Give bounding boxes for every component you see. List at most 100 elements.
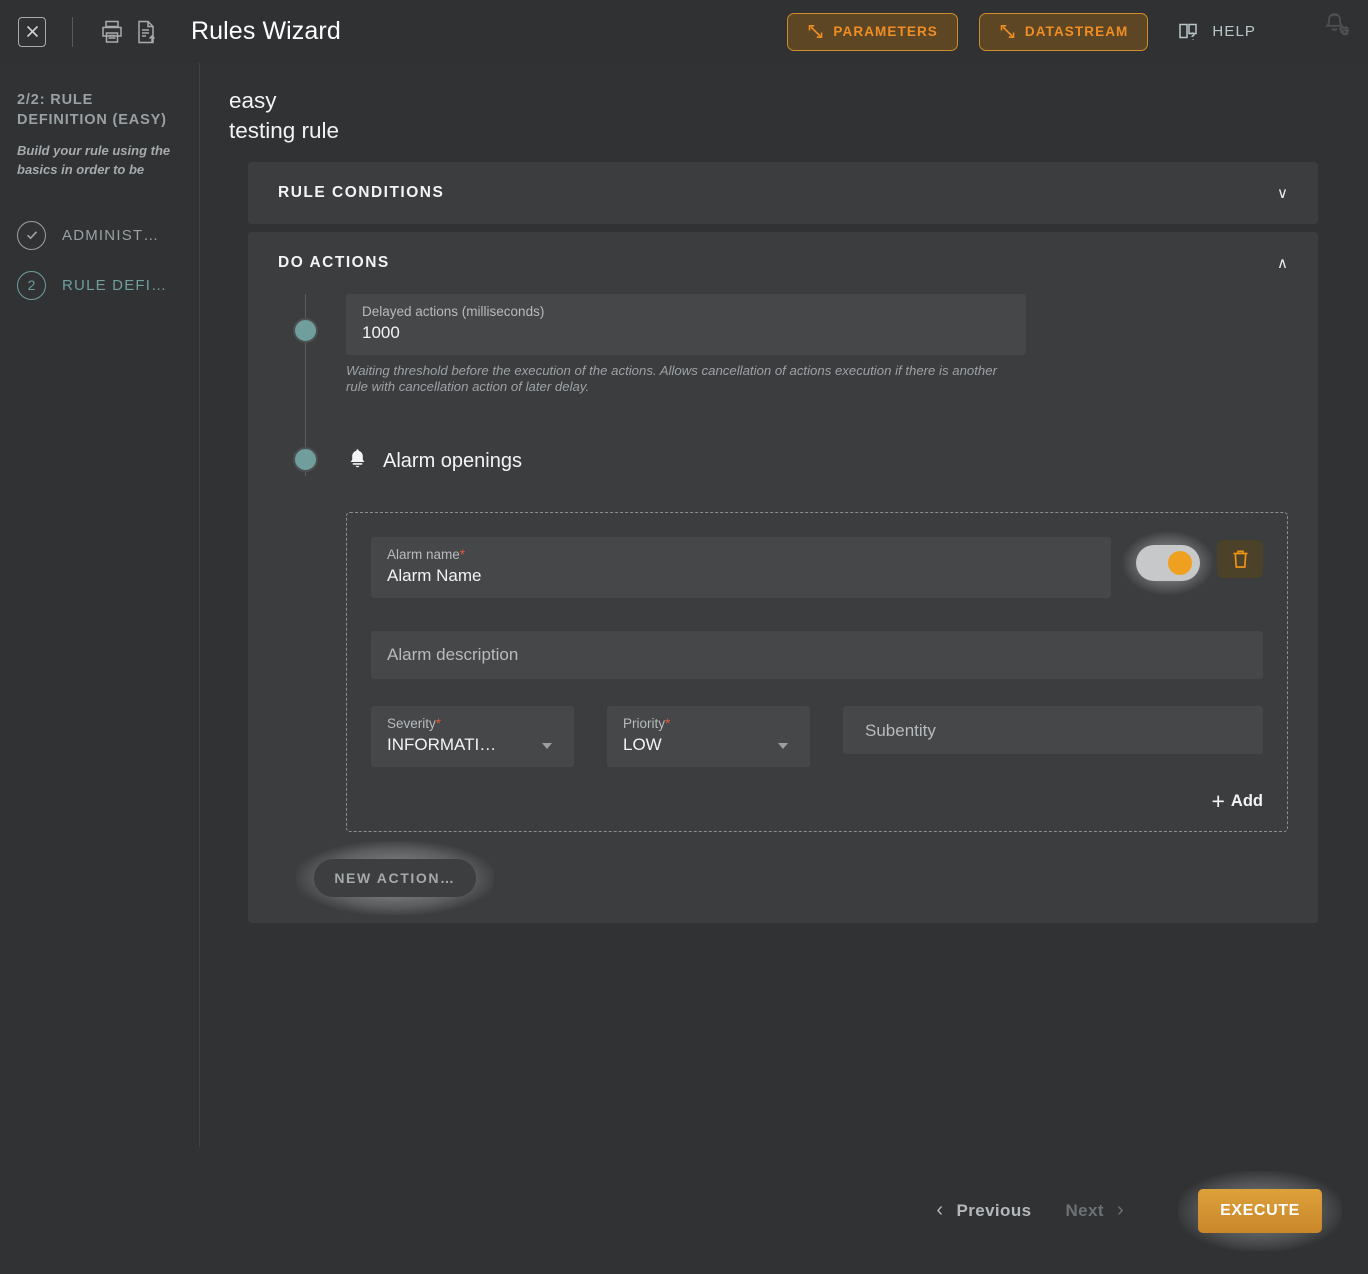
trash-icon (1233, 550, 1247, 568)
priority-select[interactable]: Priority* LOW (607, 706, 810, 767)
sidebar-item-label: ADMINIST… (62, 226, 160, 244)
chevron-down-icon[interactable] (778, 743, 788, 749)
check-glyph (26, 231, 37, 240)
alarm-attributes-row: Severity* INFORMATI… Priority* LOW Suben… (371, 706, 1263, 767)
wizard-step-list: ADMINIST… 2 RULE DEFI… (17, 210, 183, 310)
rule-conditions-title: RULE CONDITIONS (278, 184, 445, 201)
alarm-openings-title: Alarm openings (383, 450, 522, 472)
chevron-down-icon[interactable] (542, 743, 552, 749)
delayed-actions-helper: Waiting threshold before the execution o… (346, 363, 997, 394)
check-circle-icon (17, 220, 46, 250)
sidebar-step-heading: 2/2: RULE DEFINITION (EASY) (17, 92, 167, 128)
alarm-description-input[interactable]: Alarm description (371, 631, 1263, 679)
close-x-glyph (26, 25, 38, 38)
delayed-actions-block: Delayed actions (milliseconds) 1000 Wait… (346, 294, 1288, 395)
delete-alarm-button[interactable] (1217, 540, 1263, 578)
alarm-action-card: Alarm name* Alarm Name Alarm description… (346, 512, 1288, 832)
add-row: + Add (371, 790, 1263, 813)
alarm-openings-header: Alarm openings (346, 447, 1288, 476)
bell-glyph (350, 449, 365, 468)
toolbar-divider (72, 16, 73, 47)
diagonal-arrows-icon (1000, 25, 1015, 38)
do-actions-title: DO ACTIONS (278, 254, 390, 271)
rule-conditions-header[interactable]: RULE CONDITIONS ∨ (248, 162, 1318, 224)
delayed-actions-label: Delayed actions (milliseconds) (362, 304, 545, 319)
timeline-row-alarm-openings: Alarm openings (278, 447, 1288, 476)
wizard-sidebar: 2/2: RULE DEFINITION (EASY) Build your r… (0, 63, 200, 1147)
delayed-actions-value: 1000 (362, 323, 400, 342)
help-button[interactable]: HELP (1178, 21, 1256, 43)
step-number-icon: 2 (17, 270, 46, 300)
previous-label: Previous (956, 1200, 1032, 1220)
chevron-down-icon[interactable]: ∨ (1277, 186, 1288, 201)
alarm-name-label: Alarm name* (387, 546, 1095, 563)
priority-value: LOW (623, 735, 662, 754)
sidebar-item-label: RULE DEFI… (62, 276, 168, 294)
alarm-description-placeholder: Alarm description (387, 645, 519, 664)
required-marker: * (435, 716, 442, 731)
rule-name-heading: easy testing rule (229, 88, 340, 143)
severity-select[interactable]: Severity* INFORMATI… (371, 706, 574, 767)
priority-label: Priority* (623, 715, 794, 732)
alarm-name-row: Alarm name* Alarm Name (371, 531, 1263, 598)
alarm-name-value: Alarm Name (387, 566, 482, 585)
chevron-right-icon: › (1116, 1199, 1124, 1221)
do-actions-body: Delayed actions (milliseconds) 1000 Wait… (248, 294, 1318, 923)
top-bar: Rules Wizard PARAMETERS DATASTREAM HELP (0, 0, 1368, 63)
sidebar-item-administration[interactable]: ADMINIST… (17, 210, 183, 260)
top-bar-actions: PARAMETERS DATASTREAM HELP (787, 11, 1354, 52)
bell-gear-icon[interactable] (1318, 11, 1354, 52)
chevron-up-icon[interactable]: ∧ (1277, 256, 1288, 271)
add-button[interactable]: + Add (1211, 790, 1263, 813)
add-button-label: Add (1230, 792, 1263, 810)
chevron-left-icon: ‹ (936, 1199, 944, 1221)
print-icon[interactable] (95, 15, 129, 49)
plus-icon: + (1211, 788, 1225, 814)
alarm-openings-block: Alarm openings (346, 447, 1288, 476)
do-actions-panel: DO ACTIONS ∧ Delayed actions (millisecon… (248, 232, 1318, 923)
close-icon[interactable] (18, 16, 46, 47)
execute-wrap: EXECUTE (1178, 1170, 1342, 1251)
main-content: easy testing rule RULE CONDITIONS ∨ DO A… (200, 63, 1368, 1147)
alarm-name-label-text: Alarm name (387, 547, 460, 562)
severity-label: Severity* (387, 715, 558, 732)
priority-label-text: Priority (623, 716, 666, 731)
parameters-label: PARAMETERS (833, 24, 938, 39)
sidebar-step-description: Build your rule using the basics in orde… (17, 143, 171, 177)
help-book-icon (1179, 23, 1198, 40)
severity-label-text: Severity (387, 716, 436, 731)
document-upload-icon[interactable] (129, 15, 163, 49)
diagonal-arrows-icon (809, 25, 823, 38)
alarm-name-input[interactable]: Alarm name* Alarm Name (371, 537, 1111, 598)
actions-timeline: Delayed actions (milliseconds) 1000 Wait… (278, 294, 1288, 476)
timeline-row-delayed-actions: Delayed actions (milliseconds) 1000 Wait… (278, 294, 1288, 395)
alarm-enabled-toggle[interactable] (1136, 545, 1200, 581)
rules-wizard-app: Rules Wizard PARAMETERS DATASTREAM HELP … (0, 0, 1368, 1274)
datastream-label: DATASTREAM (1024, 24, 1129, 39)
previous-button[interactable]: ‹ Previous (936, 1199, 1031, 1222)
next-label: Next (1065, 1200, 1104, 1220)
delayed-actions-input[interactable]: Delayed actions (milliseconds) 1000 (346, 294, 1026, 355)
page-title: Rules Wizard (191, 17, 341, 45)
timeline-dot (293, 318, 318, 343)
timeline-dot (293, 447, 318, 472)
required-marker: * (665, 716, 671, 731)
toggle-knob (1168, 551, 1192, 575)
new-action-button[interactable]: NEW ACTION… (314, 859, 476, 897)
alarm-enabled-toggle-wrap (1122, 531, 1214, 595)
wizard-footer: ‹ Previous Next › EXECUTE (200, 1147, 1368, 1274)
help-label: HELP (1212, 23, 1256, 40)
parameters-button[interactable]: PARAMETERS (787, 12, 958, 51)
next-button[interactable]: Next › (1065, 1199, 1124, 1222)
datastream-button[interactable]: DATASTREAM (978, 12, 1149, 51)
rule-conditions-panel: RULE CONDITIONS ∨ (248, 162, 1318, 224)
new-action-wrap: NEW ACTION… (296, 841, 494, 915)
required-marker: * (459, 547, 466, 562)
severity-value: INFORMATI… (387, 735, 497, 754)
sidebar-item-rule-definition[interactable]: 2 RULE DEFI… (17, 260, 183, 310)
bell-icon (346, 447, 369, 476)
subentity-input[interactable]: Subentity (843, 706, 1263, 754)
execute-button[interactable]: EXECUTE (1198, 1188, 1322, 1233)
subentity-placeholder: Subentity (865, 720, 936, 740)
do-actions-header[interactable]: DO ACTIONS ∧ (248, 232, 1318, 294)
